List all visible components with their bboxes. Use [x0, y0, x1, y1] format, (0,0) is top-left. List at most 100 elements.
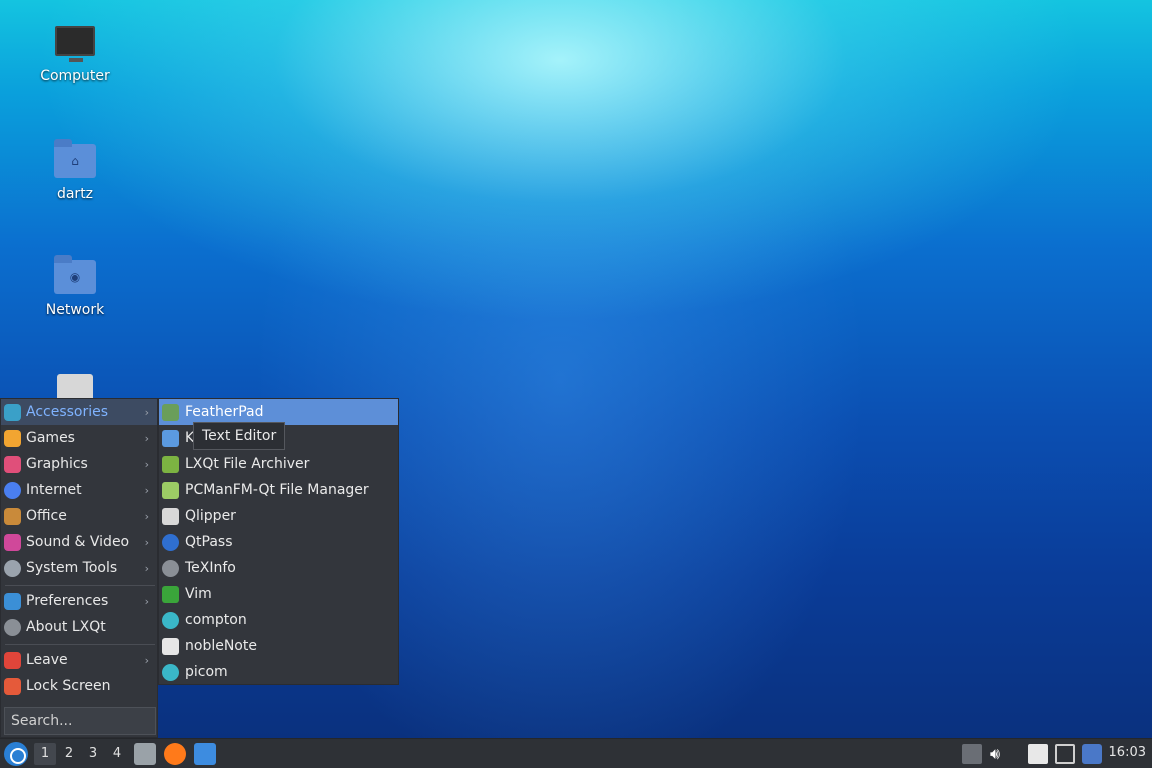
archive-icon: [162, 455, 179, 473]
workspace-4[interactable]: 4: [106, 743, 128, 765]
chevron-right-icon: ›: [144, 594, 149, 608]
menu-item-about[interactable]: About LXQt: [1, 614, 157, 640]
menu-separator: [5, 585, 155, 586]
submenu-item-label: FeatherPad: [185, 404, 264, 420]
workspace-3[interactable]: 3: [82, 743, 104, 765]
application-menu: Accessories › Games › Graphics › Interne…: [0, 398, 158, 738]
menu-search-input[interactable]: Search...: [4, 707, 156, 735]
network-folder-icon: ◉: [53, 255, 97, 296]
submenu-item-file-archiver[interactable]: LXQt File Archiver: [159, 451, 398, 477]
menu-category-office[interactable]: Office ›: [1, 503, 157, 529]
desktop-icon-network[interactable]: ◉ Network: [30, 255, 120, 318]
menu-item-label: Lock Screen: [26, 678, 111, 694]
submenu-item-vim[interactable]: Vim: [159, 581, 398, 607]
calculator-icon: [162, 429, 179, 447]
menu-category-accessories[interactable]: Accessories ›: [1, 399, 157, 425]
desktop-icon-label: Network: [45, 302, 105, 318]
submenu-item-noblenote[interactable]: nobleNote: [159, 633, 398, 659]
firefox-icon[interactable]: [164, 743, 186, 765]
submenu-item-qlipper[interactable]: Qlipper: [159, 503, 398, 529]
start-menu-button[interactable]: [4, 742, 28, 766]
chevron-right-icon: ›: [144, 431, 149, 445]
info-icon: [4, 618, 21, 636]
chevron-right-icon: ›: [144, 561, 149, 575]
clipboard-tray-icon[interactable]: [1028, 744, 1048, 764]
submenu-item-label: picom: [185, 664, 228, 680]
show-desktop-icon[interactable]: [194, 743, 216, 765]
chevron-right-icon: ›: [144, 535, 149, 549]
submenu-item-label: TeXInfo: [185, 560, 236, 576]
system-tools-icon: [4, 559, 21, 577]
menu-item-label: Graphics: [26, 456, 88, 472]
menu-item-preferences[interactable]: Preferences ›: [1, 588, 157, 614]
submenu-item-label: PCManFM-Qt File Manager: [185, 482, 369, 498]
submenu-item-label: compton: [185, 612, 247, 628]
submenu-item-label: nobleNote: [185, 638, 257, 654]
vim-icon: [162, 585, 179, 603]
home-folder-icon: ⌂: [53, 139, 97, 180]
file-manager-launcher-icon[interactable]: [134, 743, 156, 765]
submenu-item-label: LXQt File Archiver: [185, 456, 310, 472]
internet-icon: [4, 481, 21, 499]
taskbar: 1 2 3 4 🔊︎ 16:03: [0, 738, 1152, 768]
menu-item-label: System Tools: [26, 560, 118, 576]
chevron-right-icon: ›: [144, 509, 149, 523]
submenu-item-file-manager[interactable]: PCManFM-Qt File Manager: [159, 477, 398, 503]
menu-item-label: Leave: [26, 652, 68, 668]
notebook-icon: [162, 637, 179, 655]
file-manager-icon: [162, 481, 179, 499]
office-icon: [4, 507, 21, 525]
submenu-item-label: Vim: [185, 586, 212, 602]
update-notifier-icon[interactable]: [1082, 744, 1102, 764]
clock[interactable]: 16:03: [1109, 745, 1146, 760]
games-icon: [4, 429, 21, 447]
submenu-item-qtpass[interactable]: QtPass: [159, 529, 398, 555]
workspace-2[interactable]: 2: [58, 743, 80, 765]
menu-item-label: Accessories: [26, 404, 109, 420]
menu-item-label: Internet: [26, 482, 82, 498]
menu-item-label: Office: [26, 508, 67, 524]
submenu-item-label: Qlipper: [185, 508, 236, 524]
submenu-item-picom[interactable]: picom: [159, 659, 398, 685]
menu-item-label: About LXQt: [26, 619, 106, 635]
menu-item-leave[interactable]: Leave ›: [1, 647, 157, 673]
chevron-right-icon: ›: [144, 483, 149, 497]
tooltip: Text Editor: [193, 422, 286, 450]
menu-category-internet[interactable]: Internet ›: [1, 477, 157, 503]
chevron-right-icon: ›: [144, 653, 149, 667]
clipboard-icon: [162, 507, 179, 525]
submenu-item-compton[interactable]: compton: [159, 607, 398, 633]
desktop-icon-label: Computer: [40, 68, 110, 84]
featherpad-icon: [162, 403, 179, 421]
desktop-icon-computer[interactable]: Computer: [30, 22, 120, 84]
menu-item-label: Sound & Video: [26, 534, 130, 550]
network-icon[interactable]: [1055, 744, 1075, 764]
menu-category-graphics[interactable]: Graphics ›: [1, 451, 157, 477]
tray-arrow-icon[interactable]: [962, 744, 982, 764]
accessories-icon: [4, 403, 21, 421]
preferences-icon: [4, 592, 21, 610]
texinfo-icon: [162, 559, 179, 577]
graphics-icon: [4, 455, 21, 473]
menu-category-system-tools[interactable]: System Tools ›: [1, 555, 157, 581]
volume-icon[interactable]: 🔊︎: [990, 744, 1010, 764]
menu-item-label: Preferences: [26, 593, 109, 609]
desktop-icon-label: dartz: [56, 186, 94, 202]
submenu-item-texinfo[interactable]: TeXInfo: [159, 555, 398, 581]
menu-separator: [5, 644, 155, 645]
sound-video-icon: [4, 533, 21, 551]
chevron-right-icon: ›: [144, 457, 149, 471]
lock-icon: [4, 677, 21, 695]
menu-item-label: Games: [26, 430, 75, 446]
desktop-icon-home[interactable]: ⌂ dartz: [30, 139, 120, 202]
picom-gear-icon: [162, 663, 179, 681]
qtpass-icon: [162, 533, 179, 551]
compton-gear-icon: [162, 611, 179, 629]
workspace-1[interactable]: 1: [34, 743, 56, 765]
chevron-right-icon: ›: [144, 405, 149, 419]
submenu-item-label: QtPass: [185, 534, 233, 550]
menu-item-lock-screen[interactable]: Lock Screen: [1, 673, 157, 699]
computer-icon: [53, 22, 97, 62]
menu-category-sound-video[interactable]: Sound & Video ›: [1, 529, 157, 555]
menu-category-games[interactable]: Games ›: [1, 425, 157, 451]
